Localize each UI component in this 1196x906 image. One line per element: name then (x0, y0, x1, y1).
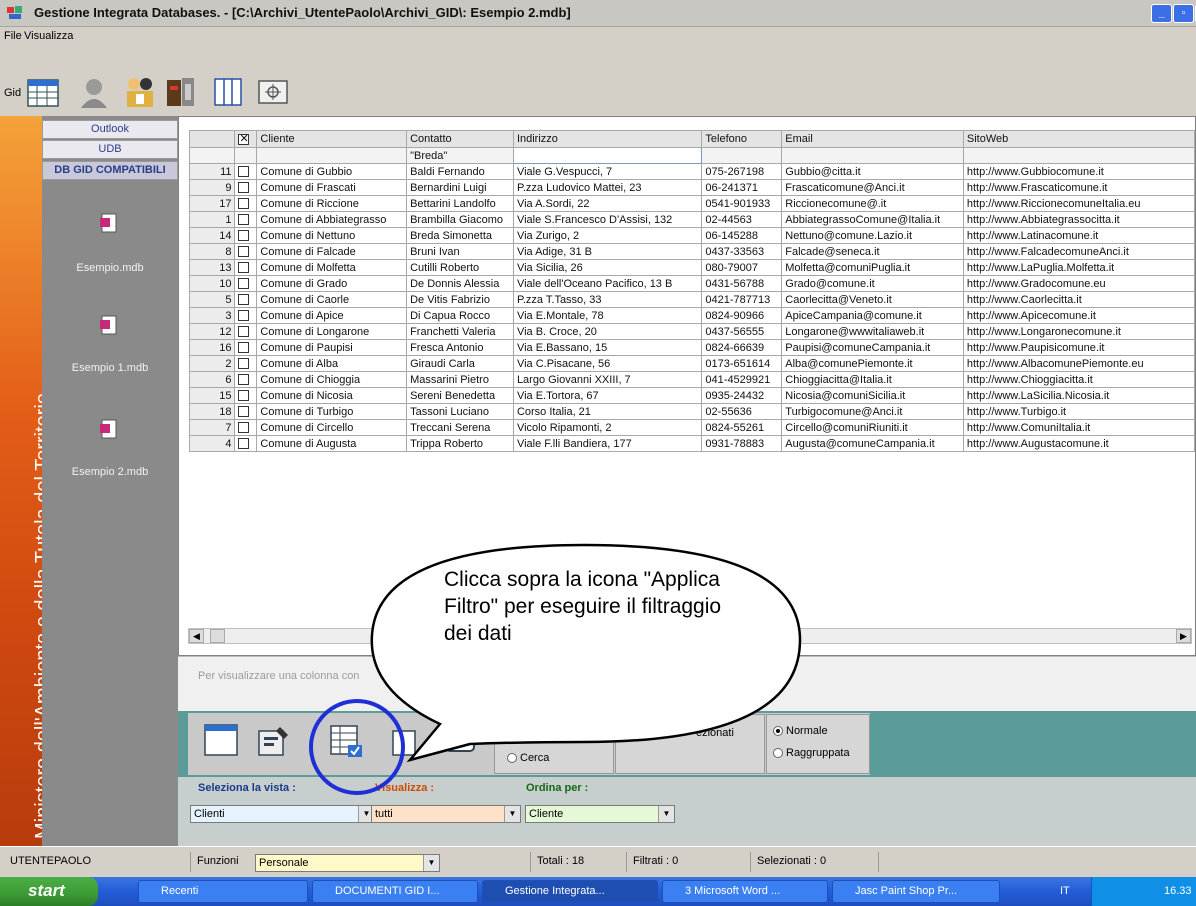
filter-highlight-circle (309, 699, 405, 795)
callout-text: Clicca sopra la icona "Applica Filtro" p… (444, 568, 722, 645)
callout-overlay (309, 543, 802, 795)
